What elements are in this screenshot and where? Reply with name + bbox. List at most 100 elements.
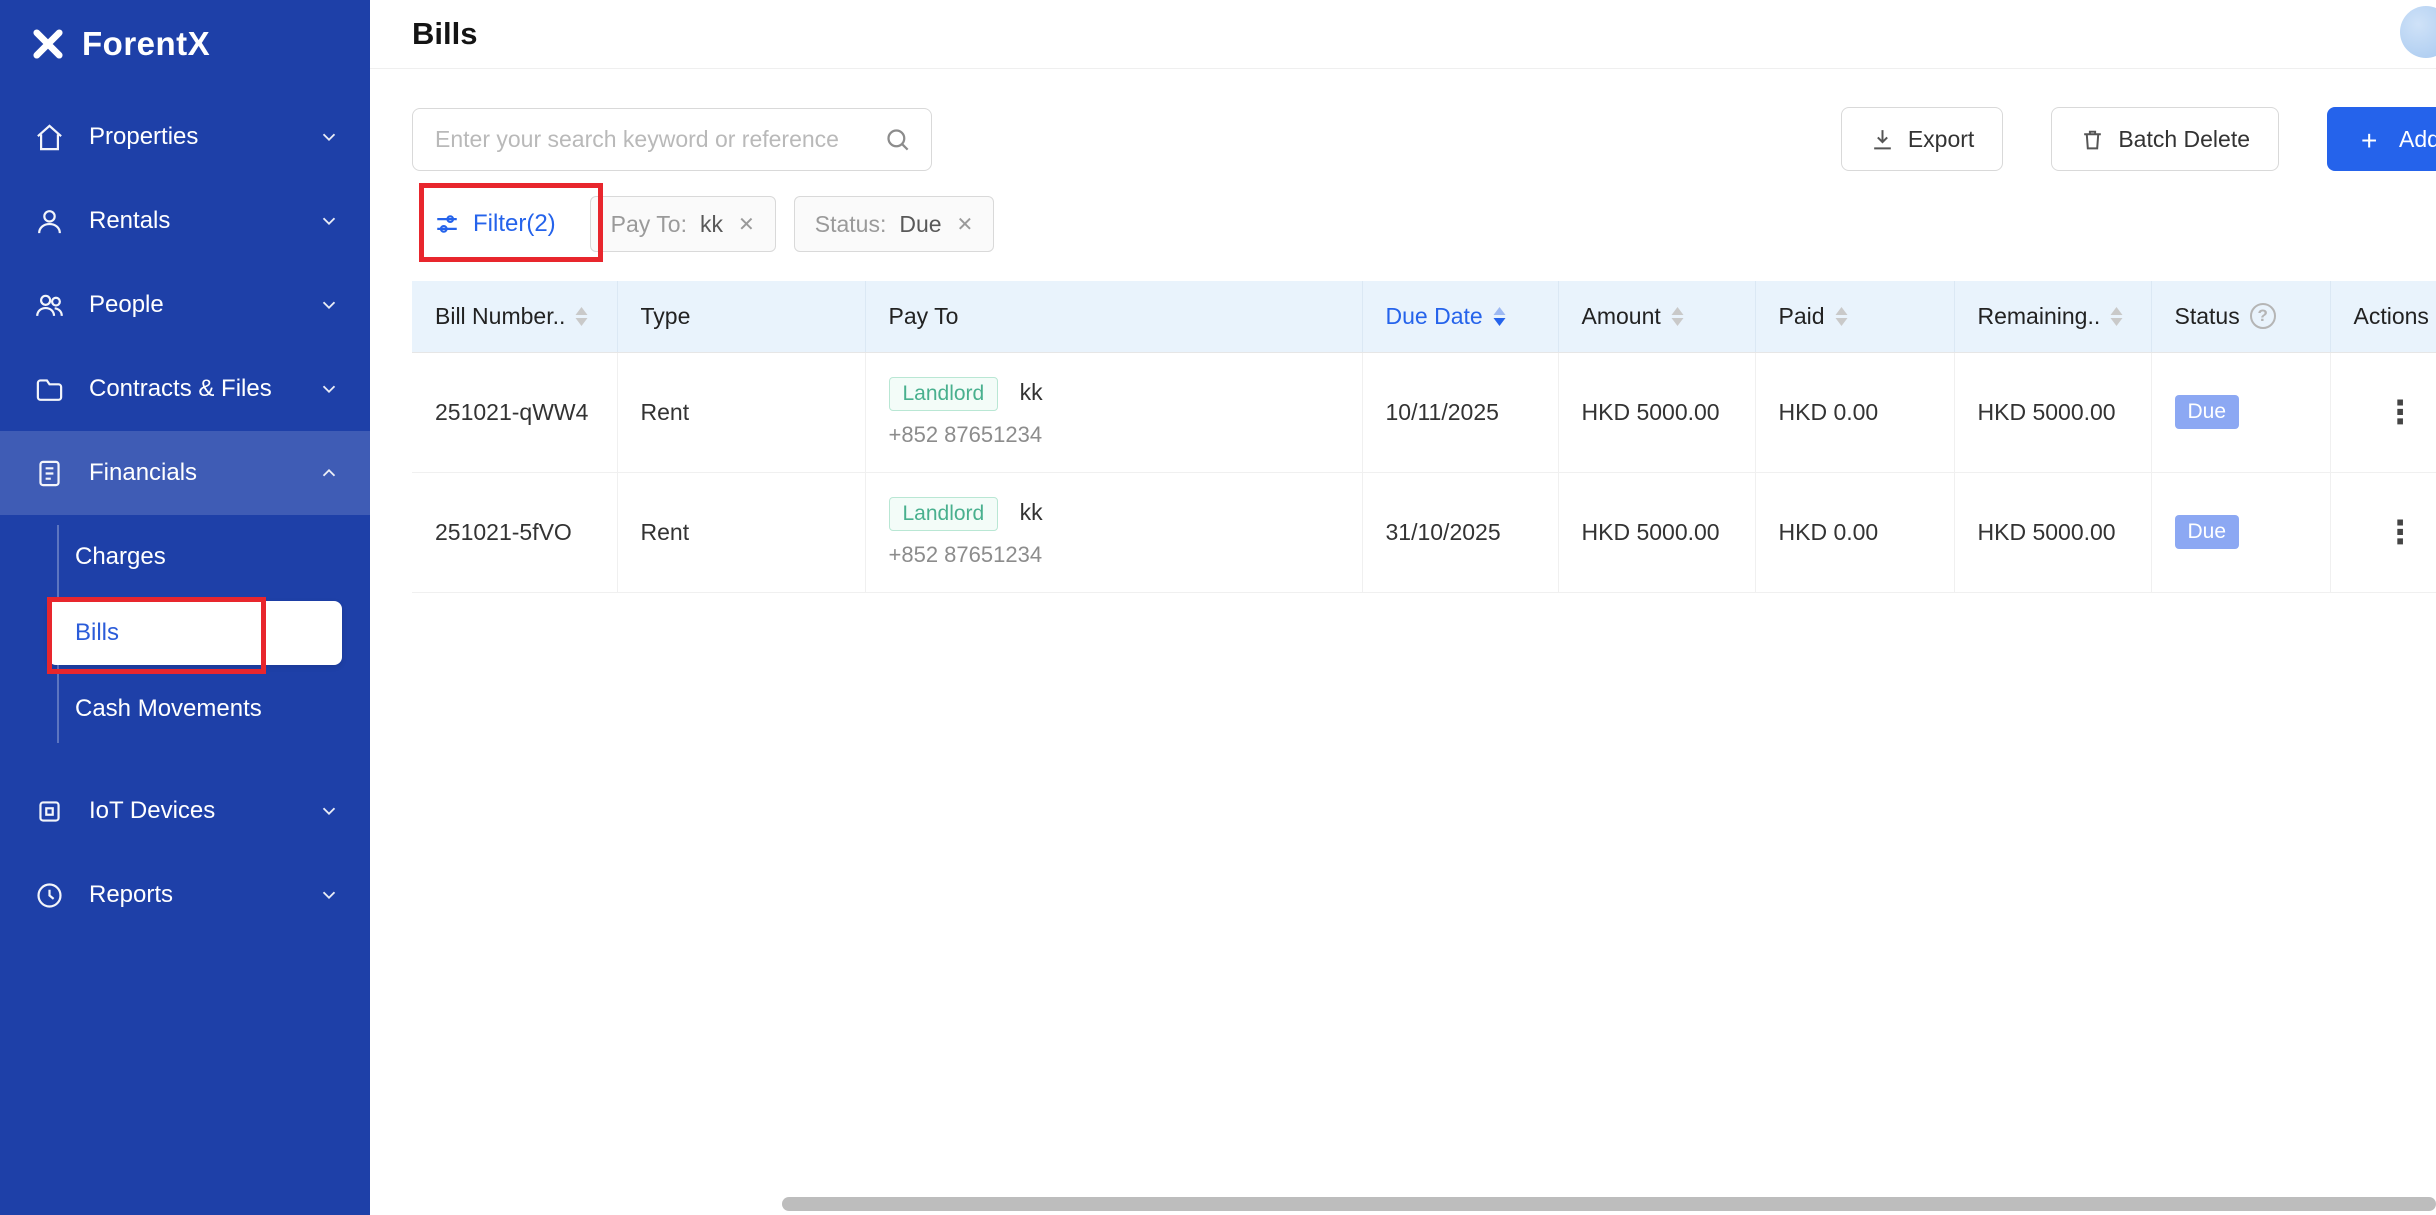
chip-value: kk	[700, 211, 723, 238]
content: Export Batch Delete + Add Bill	[370, 69, 2436, 1215]
sort-icon[interactable]	[2110, 307, 2123, 326]
horizontal-scrollbar-thumb[interactable]	[782, 1197, 2436, 1211]
close-icon[interactable]: ✕	[736, 212, 755, 237]
sidebar-item-properties[interactable]: Properties	[0, 95, 370, 179]
sidebar-item-label: Rentals	[89, 207, 318, 235]
cell-paid: HKD 0.00	[1755, 352, 1954, 472]
batch-delete-label: Batch Delete	[2118, 126, 2250, 153]
pay-to-name: kk	[1020, 379, 1043, 405]
pay-to-phone: +852 87651234	[889, 542, 1339, 568]
sidebar-item-cash-movements[interactable]: Cash Movements	[0, 671, 370, 747]
page-title: Bills	[412, 16, 477, 52]
sidebar-item-label: Properties	[89, 123, 318, 151]
sidebar: ForentX Properties Rentals	[0, 0, 370, 1215]
download-icon	[1870, 127, 1895, 152]
sidebar-item-contracts-files[interactable]: Contracts & Files	[0, 347, 370, 431]
sort-icon[interactable]	[1493, 307, 1506, 326]
cell-due-date: 10/11/2025	[1362, 352, 1558, 472]
col-remaining[interactable]: Remaining..	[1954, 281, 2151, 352]
sort-icon[interactable]	[1835, 307, 1848, 326]
filter-button[interactable]: Filter(2)	[418, 196, 572, 252]
financials-submenu: Charges Bills Cash Movements	[0, 515, 370, 753]
sidebar-item-label: Charges	[75, 543, 166, 571]
bills-table-wrap: Bill Number.. Type	[412, 281, 2436, 593]
col-amount[interactable]: Amount	[1558, 281, 1755, 352]
sidebar-item-label: Contracts & Files	[89, 375, 318, 403]
folder-icon	[34, 374, 65, 405]
chip-label: Status:	[815, 211, 887, 238]
col-due-date[interactable]: Due Date	[1362, 281, 1558, 352]
cell-type: Rent	[617, 472, 865, 592]
cell-type: Rent	[617, 352, 865, 472]
sort-icon[interactable]	[575, 307, 588, 326]
kebab-menu-icon[interactable]: ⋮	[2384, 396, 2416, 428]
kebab-menu-icon[interactable]: ⋮	[2384, 516, 2416, 548]
sidebar-item-bills[interactable]: Bills	[48, 601, 342, 665]
page-header: Bills	[370, 0, 2436, 69]
chip-value: Due	[899, 211, 941, 238]
chevron-down-icon	[318, 294, 340, 316]
export-label: Export	[1908, 126, 1974, 153]
question-circle-icon[interactable]: ?	[2250, 303, 2276, 329]
chevron-down-icon	[318, 800, 340, 822]
col-label: Pay To	[889, 303, 959, 330]
cell-bill-number: 251021-qWW4	[412, 352, 617, 472]
search-icon[interactable]	[884, 126, 911, 153]
sort-icon[interactable]	[1671, 307, 1684, 326]
cell-remaining: HKD 5000.00	[1954, 352, 2151, 472]
filter-label: Filter(2)	[473, 210, 556, 238]
chip-label: Pay To:	[611, 211, 687, 238]
close-icon[interactable]: ✕	[955, 212, 974, 237]
add-bill-label: Add Bill	[2399, 126, 2436, 153]
sidebar-item-label: Financials	[89, 459, 318, 487]
cell-bill-number: 251021-5fVO	[412, 472, 617, 592]
filter-chip-pay-to: Pay To: kk ✕	[590, 196, 776, 252]
sidebar-item-label: People	[89, 291, 318, 319]
home-icon	[34, 122, 65, 153]
sidebar-item-label: Reports	[89, 881, 318, 909]
col-actions: Actions	[2330, 281, 2436, 352]
col-label: Status	[2175, 303, 2240, 330]
batch-delete-button[interactable]: Batch Delete	[2051, 107, 2279, 171]
export-button[interactable]: Export	[1841, 107, 2003, 171]
status-badge: Due	[2175, 395, 2240, 429]
sidebar-item-financials[interactable]: Financials	[0, 431, 370, 515]
sidebar-item-label: Cash Movements	[75, 695, 262, 723]
invoice-icon	[34, 458, 65, 489]
pay-to-phone: +852 87651234	[889, 422, 1339, 448]
trash-icon	[2080, 127, 2105, 152]
cell-actions: ⋮	[2330, 352, 2436, 472]
sidebar-item-reports[interactable]: Reports	[0, 853, 370, 937]
col-bill-number[interactable]: Bill Number..	[412, 281, 617, 352]
col-label: Paid	[1779, 303, 1825, 330]
cell-remaining: HKD 5000.00	[1954, 472, 2151, 592]
sidebar-item-iot-devices[interactable]: IoT Devices	[0, 769, 370, 853]
sidebar-item-label: Bills	[75, 619, 119, 647]
person-icon	[34, 206, 65, 237]
landlord-tag: Landlord	[889, 377, 999, 411]
col-status: Status ?	[2151, 281, 2330, 352]
cell-amount: HKD 5000.00	[1558, 352, 1755, 472]
cell-pay-to: Landlord kk +852 87651234	[865, 472, 1362, 592]
add-bill-button[interactable]: + Add Bill	[2327, 107, 2436, 171]
chevron-down-icon	[318, 126, 340, 148]
filter-row: Filter(2) Pay To: kk ✕ Status: Due ✕	[412, 195, 2436, 253]
sidebar-item-rentals[interactable]: Rentals	[0, 179, 370, 263]
chevron-down-icon	[318, 210, 340, 232]
search-input[interactable]	[433, 125, 884, 154]
pay-to-line: Landlord kk	[889, 497, 1339, 531]
clock-report-icon	[34, 880, 65, 911]
col-label: Amount	[1582, 303, 1661, 330]
col-label: Actions	[2354, 303, 2429, 330]
main-area: Bills Export	[370, 0, 2436, 1215]
chevron-down-icon	[318, 884, 340, 906]
avatar[interactable]	[2400, 6, 2436, 58]
sidebar-item-label: IoT Devices	[89, 797, 318, 825]
sidebar-item-people[interactable]: People	[0, 263, 370, 347]
col-label: Due Date	[1386, 303, 1483, 330]
sidebar-item-charges[interactable]: Charges	[0, 519, 370, 595]
col-paid[interactable]: Paid	[1755, 281, 1954, 352]
table-header-row: Bill Number.. Type	[412, 281, 2436, 352]
sidebar-nav: Properties Rentals People	[0, 95, 370, 937]
landlord-tag: Landlord	[889, 497, 999, 531]
